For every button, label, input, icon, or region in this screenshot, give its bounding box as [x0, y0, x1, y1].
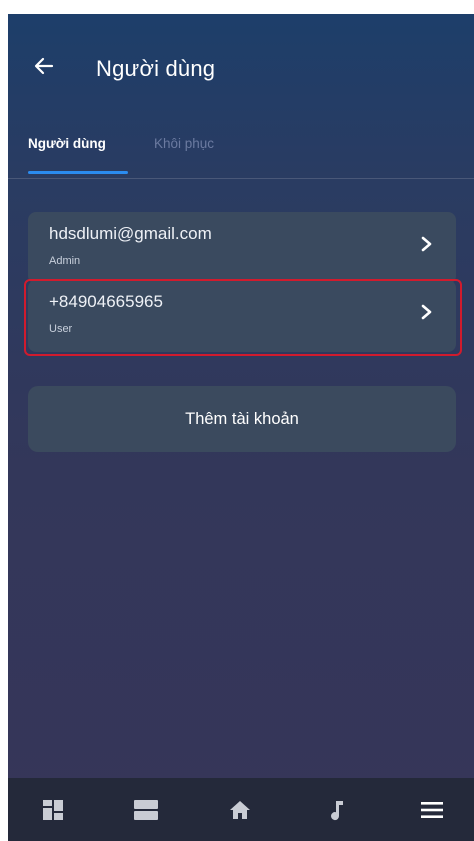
bottom-nav [8, 778, 474, 841]
back-arrow-icon[interactable] [30, 54, 58, 82]
highlight-box [24, 279, 462, 356]
tab-restore[interactable]: Khôi phục [154, 136, 214, 151]
chevron-right-icon [420, 234, 434, 260]
user-email: hdsdlumi@gmail.com [49, 224, 212, 243]
add-account-button[interactable]: Thêm tài khoản [28, 386, 456, 452]
app-screen: Người dùng Người dùng Khôi phục hdsdlumi… [8, 14, 474, 841]
rooms-icon[interactable] [116, 778, 176, 841]
active-tab-indicator [28, 171, 128, 174]
add-account-label: Thêm tài khoản [185, 410, 299, 428]
tab-users[interactable]: Người dùng [28, 136, 106, 151]
status-strip [0, 0, 474, 14]
tab-bar: Người dùng Khôi phục [8, 122, 474, 178]
dashboard-icon[interactable] [23, 778, 83, 841]
home-icon[interactable] [210, 778, 270, 841]
header: Người dùng [8, 14, 474, 114]
page-title: Người dùng [96, 56, 216, 81]
menu-icon[interactable] [402, 778, 462, 841]
user-role: Admin [49, 255, 81, 267]
user-card[interactable]: hdsdlumi@gmail.com Admin [28, 212, 456, 284]
divider [8, 178, 474, 179]
music-icon[interactable] [308, 778, 368, 841]
